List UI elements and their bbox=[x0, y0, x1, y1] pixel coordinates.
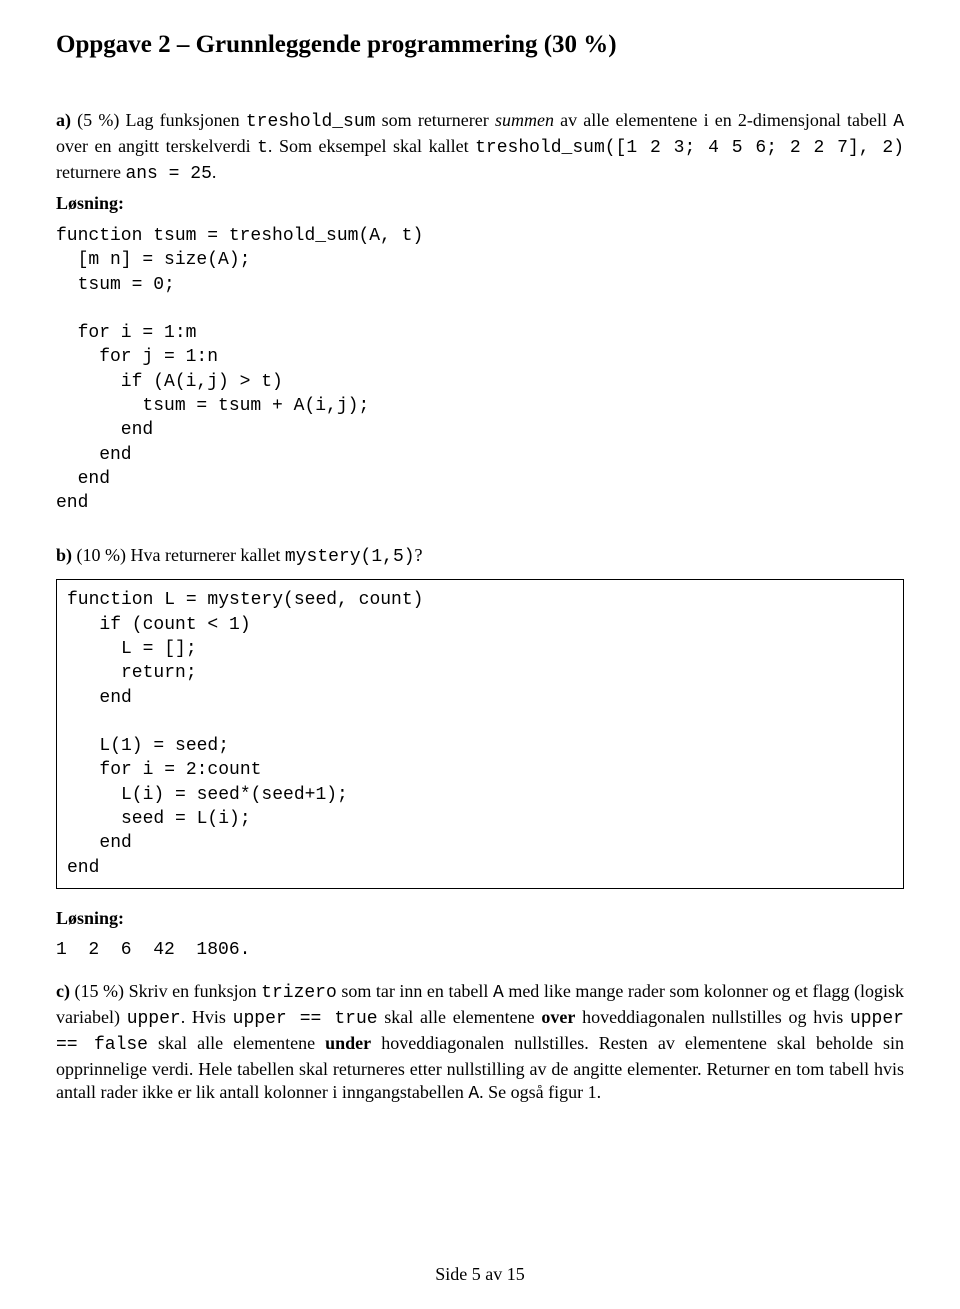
c-t9: . Se også figur 1. bbox=[479, 1082, 601, 1102]
page-footer: Side 5 av 15 bbox=[0, 1263, 960, 1287]
a-code1: treshold_sum bbox=[246, 112, 376, 132]
c-bold2: under bbox=[325, 1033, 371, 1053]
question-a: a) (5 %) Lag funksjonen treshold_sum som… bbox=[56, 109, 904, 186]
a-code4: treshold_sum([1 2 3; 4 5 6; 2 2 7], 2) bbox=[475, 138, 904, 158]
a-t5: . Som eksempel skal kallet bbox=[268, 136, 475, 156]
solution-label-a: Løsning: bbox=[56, 192, 904, 216]
c-code6: A bbox=[468, 1084, 479, 1104]
a-t3: av alle elementene i en 2-dimensjonal ta… bbox=[554, 110, 893, 130]
c-code1: trizero bbox=[261, 983, 337, 1003]
c-t7: skal alle elementene bbox=[148, 1033, 325, 1053]
c-t1: Skriv en funksjon bbox=[129, 981, 262, 1001]
page: Oppgave 2 – Grunnleggende programmering … bbox=[0, 0, 960, 1309]
answer-b: 1 2 6 42 1806. bbox=[56, 939, 904, 963]
a-ital: summen bbox=[495, 110, 554, 130]
question-b: b) (10 %) Hva returnerer kallet mystery(… bbox=[56, 544, 904, 570]
b-t2: ? bbox=[415, 545, 423, 565]
a-code5: ans = 25 bbox=[125, 164, 211, 184]
a-t6: returnere bbox=[56, 162, 125, 182]
a-code2: A bbox=[893, 112, 904, 132]
pct-b: (10 %) bbox=[72, 545, 130, 565]
a-t7: . bbox=[212, 162, 217, 182]
label-b: b) bbox=[56, 545, 72, 565]
label-c: c) bbox=[56, 981, 70, 1001]
code-block-b: function L = mystery(seed, count) if (co… bbox=[67, 588, 893, 880]
code-block-a: function tsum = treshold_sum(A, t) [m n]… bbox=[56, 224, 904, 516]
a-t1: Lag funksjonen bbox=[126, 110, 246, 130]
a-t2: som returnerer bbox=[375, 110, 494, 130]
b-code1: mystery(1,5) bbox=[285, 547, 415, 567]
a-code3: t bbox=[257, 138, 268, 158]
c-bold1: over bbox=[541, 1007, 575, 1027]
question-c: c) (15 %) Skriv en funksjon trizero som … bbox=[56, 980, 904, 1107]
a-t4: over en angitt terskelverdi bbox=[56, 136, 257, 156]
c-code2: A bbox=[493, 983, 504, 1003]
pct-a: (5 %) bbox=[71, 110, 126, 130]
pct-c: (15 %) bbox=[70, 981, 129, 1001]
b-t1: Hva returnerer kallet bbox=[131, 545, 285, 565]
c-code3: upper bbox=[127, 1009, 181, 1029]
c-t5: skal alle elementene bbox=[378, 1007, 542, 1027]
c-code4: upper == true bbox=[233, 1009, 378, 1029]
page-title: Oppgave 2 – Grunnleggende programmering … bbox=[56, 28, 904, 61]
code-box-b: function L = mystery(seed, count) if (co… bbox=[56, 579, 904, 889]
c-t4: . Hvis bbox=[181, 1007, 233, 1027]
label-a: a) bbox=[56, 110, 71, 130]
c-t6: hoveddiagonalen nullstilles og hvis bbox=[575, 1007, 850, 1027]
c-t2: som tar inn en tabell bbox=[337, 981, 493, 1001]
solution-label-b: Løsning: bbox=[56, 907, 904, 931]
